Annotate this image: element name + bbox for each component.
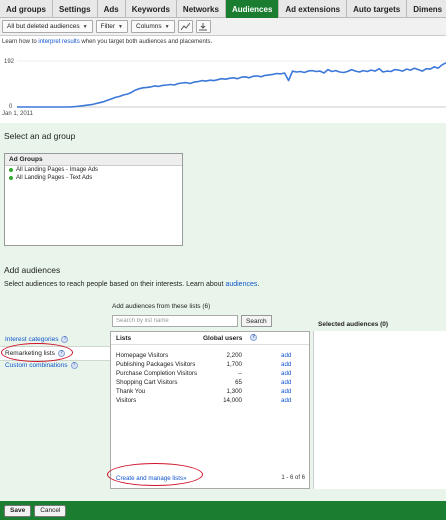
download-icon[interactable] xyxy=(195,20,211,33)
list-name: Thank You xyxy=(116,388,146,395)
create-manage-lists-link[interactable]: Create and manage lists» xyxy=(116,475,187,482)
table-row: Purchase Completion Visitors -- add xyxy=(111,370,309,378)
x-tick-start: Jan 1, 2011 xyxy=(2,111,33,117)
campaign-tabs: Ad groups Settings Ads Keywords Networks… xyxy=(0,0,446,18)
performance-chart: 192 0 Jan 1, 2011 xyxy=(0,50,446,120)
tab-audiences[interactable]: Audiences xyxy=(225,0,280,18)
table-row: Visitors 14,000 add xyxy=(111,397,309,405)
help-icon[interactable]: ? xyxy=(57,350,65,357)
chevron-down-icon: ▼ xyxy=(82,23,88,30)
list-name: Shopping Cart Visitors xyxy=(116,379,178,386)
add-link[interactable]: add xyxy=(281,352,291,359)
table-row: Thank You 1,300 add xyxy=(111,388,309,396)
help-icon[interactable]: ? xyxy=(61,336,69,343)
chevron-down-icon: ▼ xyxy=(164,23,170,30)
ad-groups-list: Ad Groups All Landing Pages - Image Ads … xyxy=(4,153,183,246)
table-header: Lists Global users ? xyxy=(111,332,309,345)
add-link[interactable]: add xyxy=(281,370,291,377)
global-users: 14,000 xyxy=(223,397,242,404)
tab-ad-extensions[interactable]: Ad extensions xyxy=(279,0,348,18)
add-link[interactable]: add xyxy=(281,388,291,395)
tab-ads[interactable]: Ads xyxy=(98,0,126,18)
global-users: 1,700 xyxy=(226,361,242,368)
column-header-lists: Lists xyxy=(116,335,132,342)
status-dot-icon xyxy=(9,176,13,180)
learn-text: Learn how to interpret results when you … xyxy=(2,39,212,45)
learn-prefix: Learn how to xyxy=(2,39,37,45)
tab-keywords[interactable]: Keywords xyxy=(126,0,177,18)
line-chart-icon[interactable] xyxy=(177,20,193,33)
global-users: -- xyxy=(237,370,242,377)
select-ad-group-heading: Select an ad group xyxy=(4,131,76,141)
list-search-input[interactable] xyxy=(112,315,238,327)
tab-ad-groups[interactable]: Ad groups xyxy=(0,0,53,18)
audiences-link[interactable]: audiences xyxy=(225,281,257,288)
selected-audiences-list xyxy=(313,331,446,489)
filter-label: Filter xyxy=(100,23,116,30)
custom-combinations-link[interactable]: Custom combinations xyxy=(5,362,68,369)
global-users: 65 xyxy=(235,379,242,386)
ad-group-item[interactable]: All Landing Pages - Text Ads xyxy=(5,174,182,182)
series-line xyxy=(17,62,446,108)
pagination-summary: 1 - 6 of 6 xyxy=(281,475,305,481)
tab-settings[interactable]: Settings xyxy=(53,0,98,18)
table-row: Shopping Cart Visitors 65 add xyxy=(111,379,309,387)
toolbar: All but deleted audiences ▼ Filter ▼ Colum… xyxy=(0,18,446,36)
audiences-description: Select audiences to reach people based o… xyxy=(4,281,259,288)
filter-dropdown[interactable]: Filter ▼ xyxy=(95,20,128,33)
learn-suffix: when you target both audiences and place… xyxy=(81,39,213,45)
cancel-button[interactable]: Cancel xyxy=(34,504,67,517)
action-footer: Save Cancel xyxy=(0,501,446,520)
list-name: Visitors xyxy=(116,397,137,404)
status-dot-icon xyxy=(9,168,13,172)
tab-dimensions[interactable]: Dimens xyxy=(407,0,446,18)
add-from-lists-label: Add audiences from these lists (6) xyxy=(112,303,211,310)
add-audiences-heading: Add audiences xyxy=(4,265,61,275)
save-button[interactable]: Save xyxy=(4,504,32,517)
chart-canvas xyxy=(17,60,446,108)
interpret-results-link[interactable]: interpret results xyxy=(38,39,79,45)
remarketing-lists-label: Remarketing lists xyxy=(5,350,55,358)
add-link[interactable]: add xyxy=(281,379,291,386)
remarketing-lists-table: Lists Global users ? Homepage Visitors 2… xyxy=(110,331,310,489)
tab-networks[interactable]: Networks xyxy=(177,0,226,18)
selected-audiences-header: Selected audiences (0) xyxy=(318,321,389,328)
ad-group-item[interactable]: All Landing Pages - Image Ads xyxy=(5,166,182,174)
add-link[interactable]: add xyxy=(281,361,291,368)
list-name: Purchase Completion Visitors xyxy=(116,370,198,377)
ad-group-item-label: All Landing Pages - Image Ads xyxy=(16,167,99,173)
list-name: Homepage Visitors xyxy=(116,352,169,359)
columns-dropdown[interactable]: Columns ▼ xyxy=(131,20,175,33)
ad-groups-header: Ad Groups xyxy=(5,154,182,166)
help-icon[interactable]: ? xyxy=(70,362,78,369)
global-users: 1,300 xyxy=(226,388,242,395)
add-link[interactable]: add xyxy=(281,397,291,404)
audience-status-filter-dropdown[interactable]: All but deleted audiences ▼ xyxy=(2,20,93,33)
y-tick-top: 192 xyxy=(4,59,15,65)
audiences-desc-period: . xyxy=(257,281,260,288)
ad-group-item-label: All Landing Pages - Text Ads xyxy=(16,175,93,181)
audience-status-filter-label: All but deleted audiences xyxy=(7,23,80,30)
chevron-down-icon: ▼ xyxy=(118,23,123,30)
tab-auto-targets[interactable]: Auto targets xyxy=(347,0,408,18)
remarketing-lists-item[interactable]: Remarketing lists? xyxy=(0,346,110,361)
interest-categories-item[interactable]: Interest categories? xyxy=(5,336,69,343)
table-row: Publishing Packages Visitors 1,700 add xyxy=(111,361,309,369)
custom-combinations-item[interactable]: Custom combinations? xyxy=(5,362,78,369)
audiences-desc-text: Select audiences to reach people based o… xyxy=(4,281,224,288)
interest-categories-link[interactable]: Interest categories xyxy=(5,336,58,343)
columns-label: Columns xyxy=(136,23,162,30)
y-tick-bottom: 0 xyxy=(9,104,13,110)
list-name: Publishing Packages Visitors xyxy=(116,361,196,368)
table-row: Homepage Visitors 2,200 add xyxy=(111,352,309,360)
column-header-global-users: Global users xyxy=(203,335,243,342)
help-icon[interactable]: ? xyxy=(250,334,257,341)
search-button[interactable]: Search xyxy=(241,315,272,327)
global-users: 2,200 xyxy=(226,352,242,359)
